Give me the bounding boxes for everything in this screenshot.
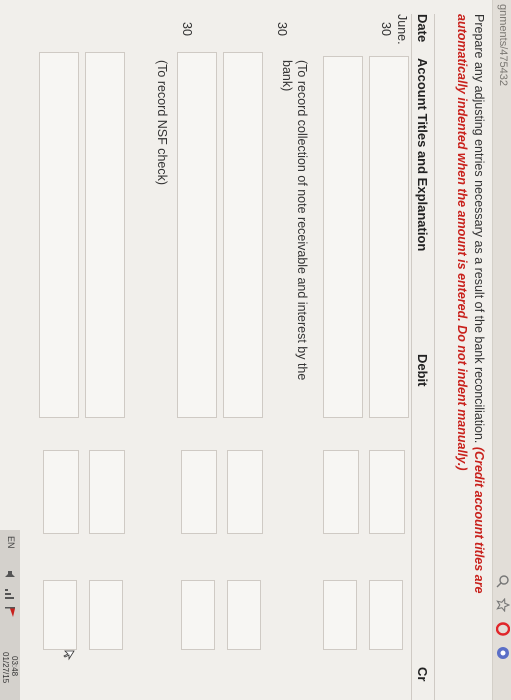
account-input-6[interactable] [39, 52, 79, 418]
account-input-5[interactable] [85, 52, 125, 418]
header-debit: Debit [415, 354, 430, 387]
browser-toolbar [496, 574, 510, 660]
debit-input-4[interactable] [181, 450, 217, 534]
date-month: June. [395, 14, 409, 45]
flag-icon[interactable] [4, 606, 16, 618]
debit-input-2[interactable] [323, 450, 359, 534]
account-input-1[interactable] [369, 56, 409, 418]
account-input-2[interactable] [323, 56, 363, 418]
star-icon[interactable] [496, 598, 510, 612]
collection-note: (To record collection of note receivable… [280, 60, 309, 381]
header-credit: Cr [415, 667, 430, 682]
date-day-3: 30 [180, 22, 194, 36]
account-input-4[interactable] [177, 52, 217, 418]
instructions-text: Prepare any adjusting entries necessary … [472, 14, 486, 447]
debit-input-5[interactable] [89, 450, 125, 534]
debit-input-6[interactable] [43, 450, 79, 534]
credit-input-5[interactable] [89, 580, 123, 650]
clock-date[interactable]: 01/27/15 [1, 652, 10, 683]
system-tray: EN 03:48 01/27/15 [0, 530, 20, 700]
account-input-3[interactable] [223, 52, 263, 418]
clock-time[interactable]: 03:48 [10, 656, 19, 676]
browser-address-strip: gnments/475432 [492, 0, 511, 700]
page-content: Prepare any adjusting entries necessary … [411, 14, 487, 700]
date-day-1: 30 [379, 22, 393, 36]
credit-input-4[interactable] [181, 580, 215, 650]
credit-input-3[interactable] [227, 580, 261, 650]
credit-input-1[interactable] [369, 580, 403, 650]
nsf-note: (To record NSF check) [155, 60, 169, 186]
header-date: Date [415, 14, 430, 43]
volume-icon[interactable] [4, 570, 16, 582]
extension-icon[interactable] [496, 646, 510, 660]
debit-input-3[interactable] [227, 450, 263, 534]
url-text[interactable]: gnments/475432 [497, 4, 509, 86]
debit-input-1[interactable] [369, 450, 405, 534]
date-day-2: 30 [275, 22, 289, 36]
instructions: Prepare any adjusting entries necessary … [453, 14, 487, 634]
credit-input-2[interactable] [323, 580, 357, 650]
cursor-arrow-icon [63, 650, 75, 661]
credit-input-6[interactable] [43, 580, 77, 650]
language-indicator[interactable]: EN [6, 536, 16, 549]
zoom-icon[interactable] [496, 574, 510, 588]
network-icon[interactable] [4, 588, 16, 600]
opera-icon[interactable] [496, 622, 510, 636]
table-header: Date Account Titles and Explanation Debi… [411, 14, 435, 700]
rotated-screen: gnments/475432 Prepare any adjusting ent… [0, 0, 511, 700]
header-account: Account Titles and Explanation [415, 58, 430, 252]
